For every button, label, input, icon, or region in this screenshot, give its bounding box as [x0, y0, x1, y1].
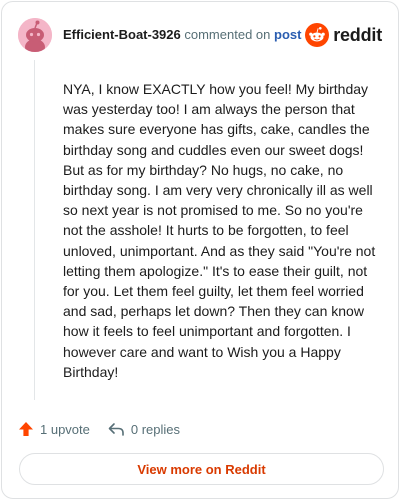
reddit-snoo-icon: [305, 23, 330, 47]
thread-line: [34, 60, 35, 400]
reply-arrow-icon: [108, 423, 124, 436]
comment-header: Efficient-Boat-3926 commented on post re…: [18, 18, 382, 52]
snoo-avatar-icon: [18, 18, 52, 52]
post-link[interactable]: post: [274, 27, 301, 42]
comment-body: NYA, I know EXACTLY how you feel! My bir…: [63, 81, 376, 380]
commented-on-label: commented on: [184, 27, 271, 42]
reply-button[interactable]: 0 replies: [108, 421, 180, 437]
upvote-button[interactable]: 1 upvote: [18, 421, 90, 437]
user-avatar[interactable]: [18, 18, 52, 52]
upvote-count: 1 upvote: [40, 421, 90, 437]
comment-actions: 1 upvote 0 replies: [18, 418, 198, 440]
reddit-brand[interactable]: reddit: [305, 21, 382, 49]
comment-card: Efficient-Boat-3926 commented on post re…: [1, 1, 399, 499]
reply-count: 0 replies: [130, 421, 181, 437]
author-name[interactable]: Efficient-Boat-3926: [63, 27, 181, 42]
reddit-wordmark: reddit: [333, 24, 382, 45]
view-more-button[interactable]: View more on Reddit: [19, 453, 384, 485]
comment-meta: Efficient-Boat-3926 commented on post: [63, 26, 301, 44]
upvote-arrow-icon: [19, 422, 33, 436]
